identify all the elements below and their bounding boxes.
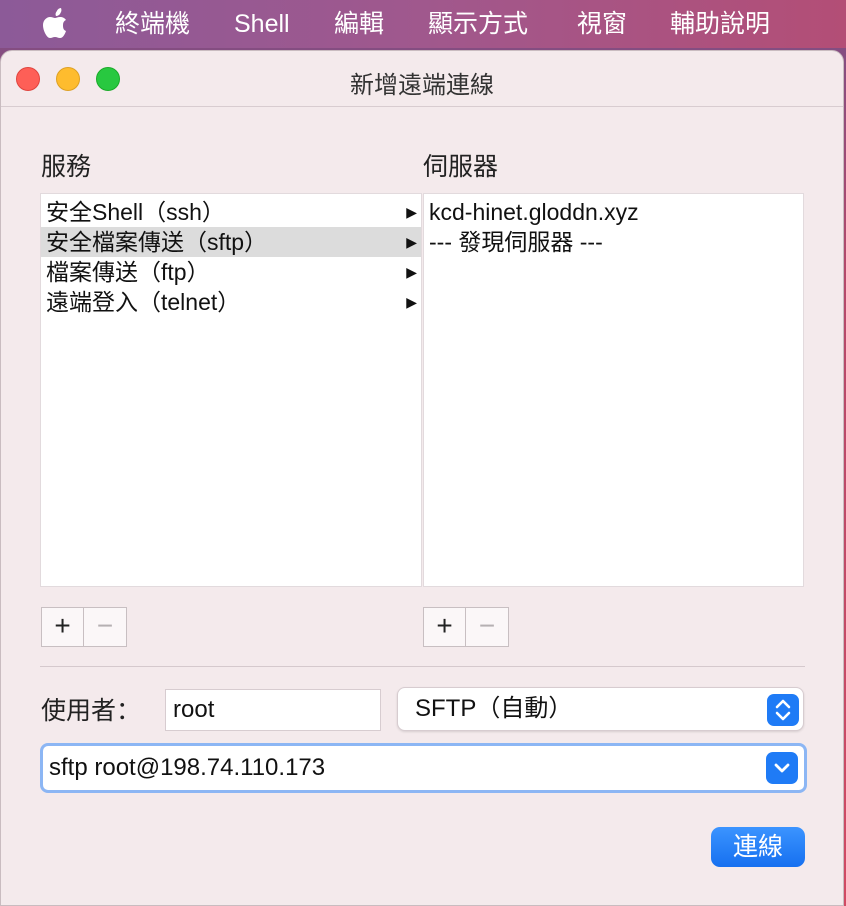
- disclosure-triangle-icon: ▶: [406, 234, 417, 250]
- menu-bar: 終端機 Shell 編輯 顯示方式 視窗 輔助說明: [0, 0, 846, 48]
- server-item-label: kcd-hinet.gloddn.xyz: [429, 199, 639, 225]
- divider: [40, 666, 805, 667]
- remove-server-button[interactable]: −: [466, 607, 509, 647]
- service-item-label: 檔案傳送（ftp）: [46, 259, 210, 285]
- servers-list: kcd-hinet.gloddn.xyz --- 發現伺服器 ---: [423, 193, 804, 587]
- connect-button[interactable]: 連線: [711, 827, 805, 867]
- service-item-ftp[interactable]: 檔案傳送（ftp） ▶: [41, 257, 421, 287]
- apple-icon[interactable]: [40, 8, 74, 40]
- menu-window[interactable]: 視窗: [577, 9, 627, 39]
- menu-view[interactable]: 顯示方式: [428, 9, 528, 39]
- add-service-button[interactable]: +: [41, 607, 84, 647]
- service-item-sftp[interactable]: 安全檔案傳送（sftp） ▶: [41, 227, 421, 257]
- server-item[interactable]: kcd-hinet.gloddn.xyz: [424, 197, 803, 227]
- service-item-label: 安全Shell（ssh）: [46, 199, 225, 225]
- server-item-label: --- 發現伺服器 ---: [429, 229, 603, 255]
- service-item-label: 安全檔案傳送（sftp）: [46, 229, 268, 255]
- disclosure-triangle-icon: ▶: [406, 294, 417, 310]
- user-label: 使用者：: [41, 697, 142, 725]
- command-combo-field[interactable]: sftp root@198.74.110.173: [40, 743, 807, 793]
- disclosure-triangle-icon: ▶: [406, 204, 417, 220]
- chevron-down-icon[interactable]: [766, 752, 798, 784]
- service-item-ssh[interactable]: 安全Shell（ssh） ▶: [41, 197, 421, 227]
- up-down-chevron-icon: [767, 694, 799, 726]
- protocol-popup-value: SFTP（自動）: [415, 695, 573, 722]
- protocol-popup[interactable]: SFTP（自動）: [397, 687, 804, 731]
- server-item-discover[interactable]: --- 發現伺服器 ---: [424, 227, 803, 257]
- services-label: 服務: [41, 153, 92, 181]
- services-list: 安全Shell（ssh） ▶ 安全檔案傳送（sftp） ▶ 檔案傳送（ftp） …: [40, 193, 422, 587]
- add-server-button[interactable]: +: [423, 607, 466, 647]
- window-title: 新增遠端連線: [350, 72, 494, 99]
- servers-add-remove: + −: [423, 607, 509, 647]
- user-field[interactable]: root: [165, 689, 381, 731]
- new-remote-connection-window: 新增遠端連線 服務 伺服器 安全Shell（ssh） ▶ 安全檔案傳送（sftp…: [0, 50, 844, 906]
- service-item-label: 遠端登入（telnet）: [46, 289, 241, 315]
- service-item-telnet[interactable]: 遠端登入（telnet） ▶: [41, 287, 421, 317]
- title-bar: 新增遠端連線: [1, 51, 843, 107]
- menu-shell[interactable]: Shell: [234, 9, 290, 39]
- command-value: sftp root@198.74.110.173: [49, 754, 326, 781]
- servers-label: 伺服器: [423, 153, 499, 181]
- remove-service-button[interactable]: −: [84, 607, 127, 647]
- menu-help[interactable]: 輔助說明: [670, 9, 770, 39]
- services-add-remove: + −: [41, 607, 127, 647]
- menu-edit[interactable]: 編輯: [334, 9, 384, 39]
- menu-terminal[interactable]: 終端機: [115, 9, 190, 39]
- disclosure-triangle-icon: ▶: [406, 264, 417, 280]
